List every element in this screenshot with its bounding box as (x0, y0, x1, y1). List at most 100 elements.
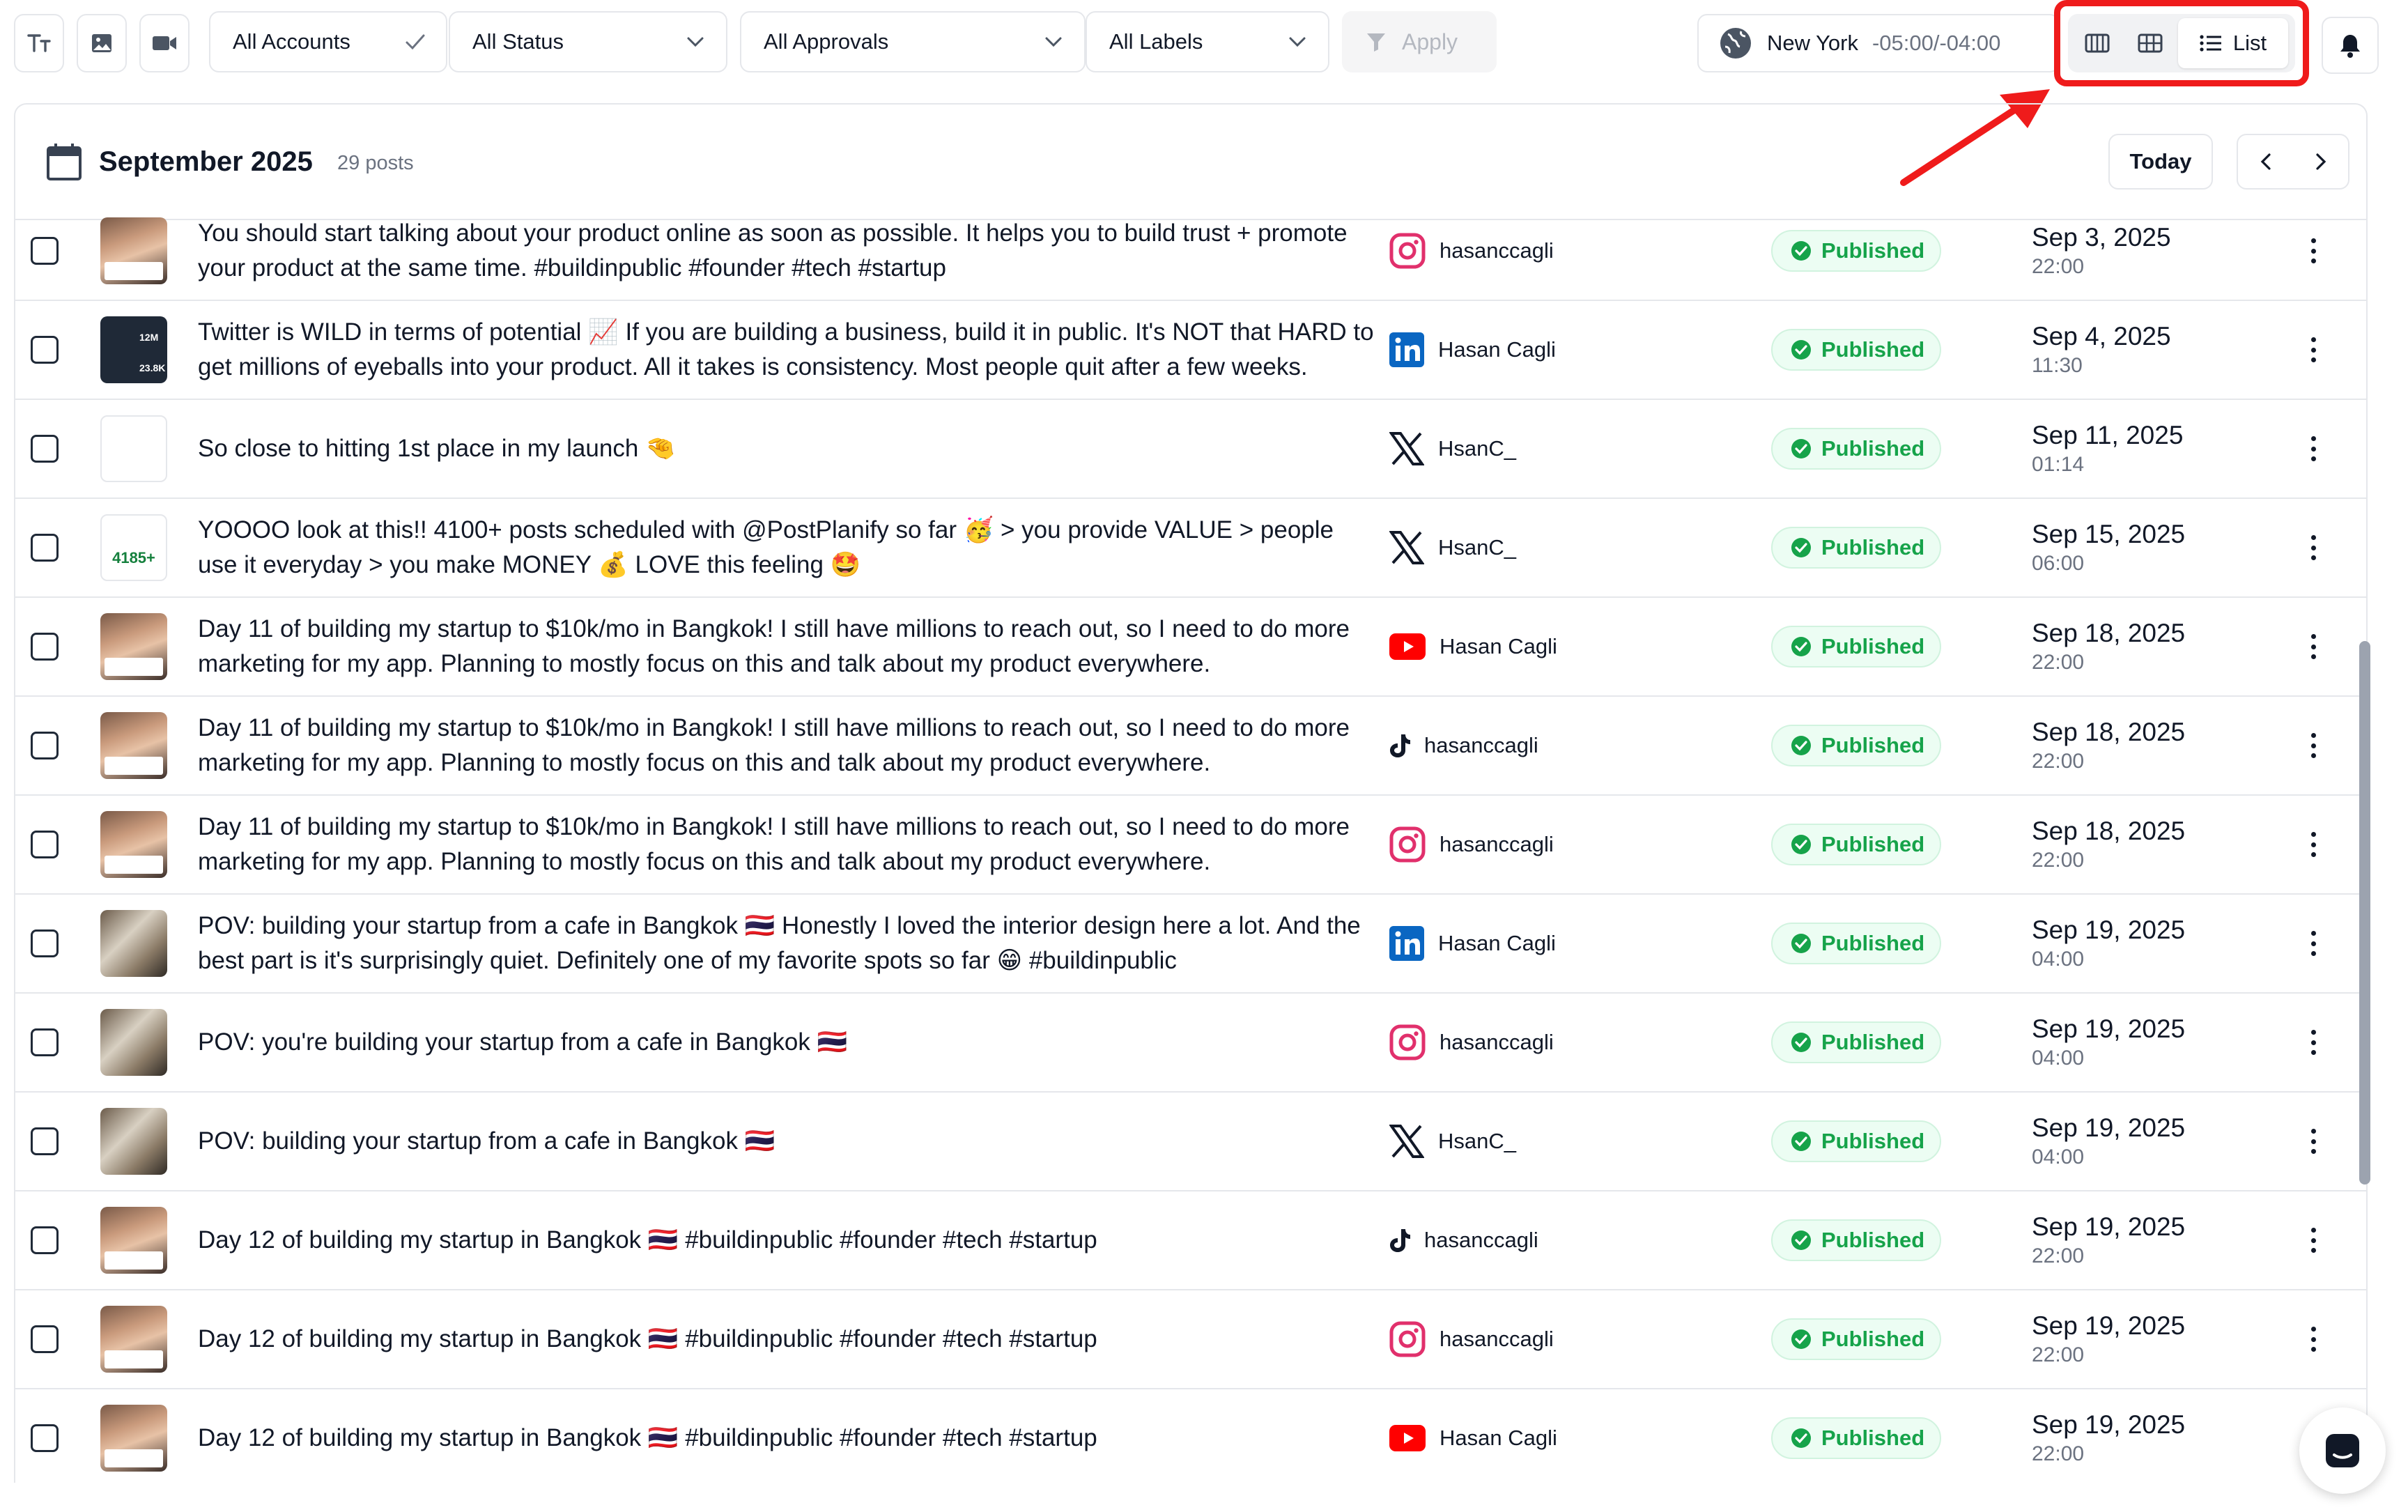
date-label: Sep 15, 2025 (2032, 520, 2186, 548)
row-checkbox[interactable] (31, 831, 59, 858)
account-name: Hasan Cagli (1438, 931, 1556, 955)
post-account: HsanC_ (1389, 431, 1516, 467)
status-badge: Published (1771, 1120, 1941, 1162)
check-circle-icon (1791, 1231, 1811, 1250)
more-options-icon[interactable] (2309, 535, 2317, 560)
more-options-icon[interactable] (2309, 337, 2317, 362)
more-options-icon[interactable] (2309, 634, 2317, 659)
month-view-button[interactable] (2125, 18, 2175, 68)
apply-button[interactable]: Apply (1342, 11, 1497, 72)
check-circle-icon (1791, 439, 1811, 458)
status-label: Published (1821, 733, 1925, 757)
status-badge: Published (1771, 329, 1941, 371)
status-filter[interactable]: All Status (449, 11, 727, 72)
table-row[interactable]: You should start talking about your prod… (15, 202, 2366, 301)
status-badge: Published (1771, 1219, 1941, 1261)
row-checkbox[interactable] (31, 336, 59, 364)
more-options-icon[interactable] (2309, 1228, 2317, 1253)
post-text[interactable]: Day 12 of building my startup in Bangkok… (198, 1223, 1375, 1258)
more-options-icon[interactable] (2309, 238, 2317, 263)
more-options-icon[interactable] (2309, 1030, 2317, 1055)
post-text[interactable]: POV: building your startup from a cafe i… (198, 1124, 1375, 1159)
image-post-button[interactable] (77, 14, 127, 72)
accounts-filter[interactable]: All Accounts (209, 11, 447, 72)
post-text[interactable]: POV: building your startup from a cafe i… (198, 909, 1375, 978)
table-row[interactable]: 4185+ YOOOO look at this!! 4100+ posts sc… (15, 499, 2366, 598)
status-badge: Published (1771, 230, 1941, 272)
more-options-icon[interactable] (2309, 1129, 2317, 1154)
row-checkbox[interactable] (31, 732, 59, 759)
list-view-button[interactable]: List (2178, 18, 2288, 68)
row-checkbox[interactable] (31, 534, 59, 562)
table-row[interactable]: POV: building your startup from a cafe i… (15, 895, 2366, 994)
post-text[interactable]: You should start talking about your prod… (198, 216, 1375, 286)
chevron-right-icon[interactable] (2314, 153, 2328, 171)
timezone-offset: -05:00/-04:00 (1871, 31, 2001, 55)
thumbnail-caption (105, 1350, 163, 1368)
instagram-icon (1389, 233, 1426, 269)
more-options-icon[interactable] (2309, 436, 2317, 461)
post-text[interactable]: Day 11 of building my startup to $10k/mo… (198, 612, 1375, 681)
more-options-icon[interactable] (2309, 931, 2317, 956)
more-options-icon[interactable] (2309, 733, 2317, 758)
week-view-button[interactable] (2072, 18, 2122, 68)
post-date: Sep 3, 2025 22:00 (2032, 222, 2171, 280)
thumbnail-caption (105, 1449, 163, 1467)
page-title: September 2025 (99, 146, 313, 177)
table-row[interactable]: Day 12 of building my startup in Bangkok… (15, 1191, 2366, 1290)
check-circle-icon (1791, 340, 1811, 360)
scrollbar[interactable] (2359, 641, 2370, 1185)
calendar-icon (47, 144, 82, 180)
table-row[interactable]: Day 12 of building my startup in Bangkok… (15, 1290, 2366, 1389)
row-checkbox[interactable] (31, 435, 59, 463)
more-options-icon[interactable] (2309, 832, 2317, 857)
post-text[interactable]: Day 11 of building my startup to $10k/mo… (198, 711, 1375, 780)
table-row[interactable]: Day 11 of building my startup to $10k/mo… (15, 697, 2366, 796)
text-icon (27, 34, 51, 52)
post-text[interactable]: Day 12 of building my startup in Bangkok… (198, 1322, 1375, 1357)
row-checkbox[interactable] (31, 929, 59, 957)
chevron-left-icon[interactable] (2259, 153, 2273, 171)
timezone-selector[interactable]: New York -05:00/-04:00 (1697, 14, 2060, 72)
thumbnail-caption (105, 757, 163, 775)
table-row[interactable]: POV: you're building your startup from a… (15, 994, 2366, 1093)
table-row[interactable]: 12M 23.8K Twitter is WILD in terms of pote… (15, 301, 2366, 400)
table-row[interactable]: POV: building your startup from a cafe i… (15, 1093, 2366, 1191)
table-row[interactable]: Day 11 of building my startup to $10k/mo… (15, 598, 2366, 697)
post-text[interactable]: YOOOO look at this!! 4100+ posts schedul… (198, 513, 1375, 583)
post-text[interactable]: Day 12 of building my startup in Bangkok… (198, 1421, 1375, 1456)
row-checkbox[interactable] (31, 1028, 59, 1056)
time-label: 11:30 (2032, 354, 2083, 377)
post-thumbnail (100, 811, 167, 878)
today-button[interactable]: Today (2108, 134, 2213, 190)
row-checkbox[interactable] (31, 1424, 59, 1452)
chat-support-button[interactable] (2299, 1407, 2386, 1494)
row-checkbox[interactable] (31, 1226, 59, 1254)
row-checkbox[interactable] (31, 633, 59, 661)
table-row[interactable]: Day 11 of building my startup to $10k/mo… (15, 796, 2366, 895)
row-checkbox[interactable] (31, 237, 59, 265)
approvals-filter[interactable]: All Approvals (740, 11, 1086, 72)
row-checkbox[interactable] (31, 1325, 59, 1353)
video-post-button[interactable] (139, 14, 190, 72)
more-options-icon[interactable] (2309, 1327, 2317, 1352)
account-name: HsanC_ (1438, 535, 1516, 560)
labels-filter[interactable]: All Labels (1086, 11, 1329, 72)
post-text[interactable]: Day 11 of building my startup to $10k/mo… (198, 810, 1375, 879)
table-row[interactable]: Day 12 of building my startup in Bangkok… (15, 1389, 2366, 1483)
time-label: 22:00 (2032, 255, 2085, 278)
post-account: hasanccagli (1389, 1024, 1554, 1060)
row-checkbox[interactable] (31, 1127, 59, 1155)
post-text[interactable]: Twitter is WILD in terms of potential 📈 … (198, 315, 1375, 385)
time-label: 22:00 (2032, 651, 2085, 674)
notifications-button[interactable] (2322, 17, 2379, 74)
post-date: Sep 18, 2025 22:00 (2032, 617, 2185, 676)
post-text[interactable]: POV: you're building your startup from a… (198, 1025, 1375, 1060)
table-row[interactable]: So close to hitting 1st place in my laun… (15, 400, 2366, 499)
text-post-button[interactable] (14, 14, 64, 72)
grid-icon (2138, 33, 2163, 53)
post-text[interactable]: So close to hitting 1st place in my laun… (198, 431, 1375, 466)
status-label: Published (1821, 832, 1925, 856)
time-label: 01:14 (2032, 453, 2085, 476)
post-thumbnail: 4185+ (100, 514, 167, 581)
